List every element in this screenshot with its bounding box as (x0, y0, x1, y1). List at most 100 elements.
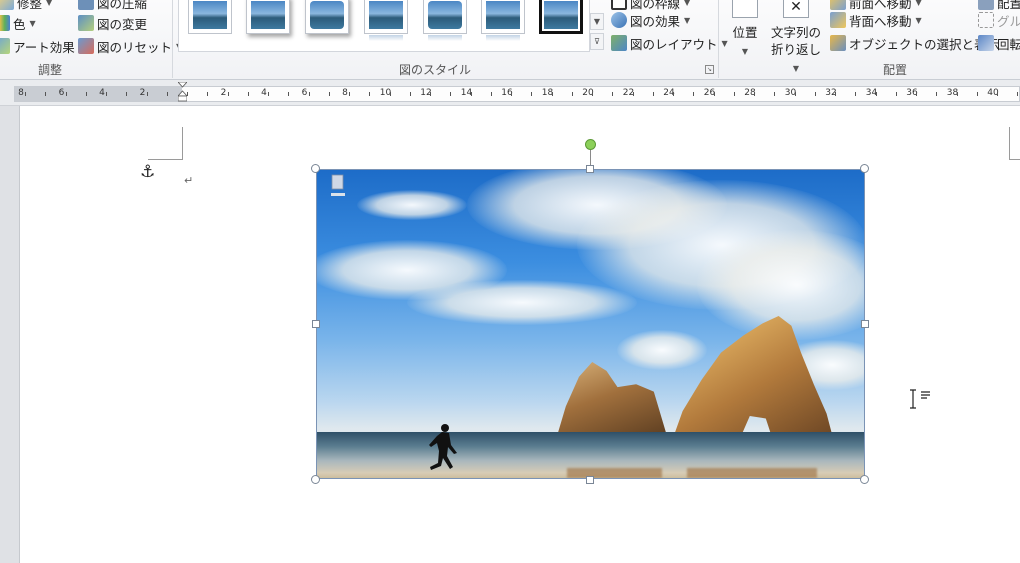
picture-effects-icon (611, 12, 627, 28)
chevron-down-icon: ▼ (792, 64, 800, 73)
chevron-down-icon: ▼ (46, 0, 53, 7)
ruler-tick-label: 8 (342, 88, 348, 98)
chevron-down-icon: ▼ (684, 0, 691, 7)
ruler-tick (956, 92, 958, 96)
group-button[interactable]: グループ化 (978, 9, 1020, 31)
ruler-tick-label: 6 (301, 88, 308, 98)
ruler-tick (1017, 92, 1019, 96)
picture-style-thumbnail-selected[interactable] (539, 0, 583, 34)
recycle-bin-icon (331, 174, 345, 196)
position-icon (732, 0, 758, 18)
ruler-tick (774, 92, 776, 96)
rotation-handle[interactable] (585, 139, 596, 150)
anchor-icon[interactable]: ⚓ (140, 162, 155, 182)
ruler-scale[interactable]: 8 6 4 2 2 4 6 8 10 12 14 16 18 20 22 24 26 28 30 32 34 36 38 40 (14, 86, 1020, 102)
gallery-more-button[interactable]: ⊽ (590, 33, 604, 50)
ruler-tick (916, 92, 917, 96)
resize-handle-top-left[interactable] (311, 164, 320, 173)
resize-handle-right[interactable] (861, 320, 869, 328)
chevron-down-icon: ▼ (684, 15, 691, 25)
selection-pane-button[interactable]: オブジェクトの選択と表示 (830, 32, 999, 54)
ruler-tick (207, 92, 209, 96)
ruler-tick (571, 92, 573, 96)
chevron-down-icon: ▼ (915, 15, 922, 25)
ruler-tick-label: 4 (261, 88, 267, 98)
ruler-tick (85, 92, 87, 96)
reset-picture-icon (78, 38, 94, 54)
horizontal-ruler: 8 6 4 2 2 4 6 8 10 12 14 16 18 20 22 24 26 28 30 32 34 36 38 40 (0, 80, 1020, 106)
chevron-down-icon: ▼ (741, 47, 749, 56)
ruler-tick-label: 6 (58, 88, 65, 98)
picture-style-thumbnail[interactable] (364, 0, 408, 41)
ruler-tick (25, 92, 26, 96)
ruler-tick (126, 92, 128, 96)
ruler-tick (349, 92, 350, 96)
page-margin-corner-mark (148, 127, 183, 160)
ruler-tick (632, 92, 634, 96)
ruler-tick (612, 92, 614, 96)
ruler-tick (673, 92, 674, 96)
picture-style-thumbnail[interactable] (305, 0, 349, 34)
wrap-text-button[interactable]: ✕ 文字列の 折り返し▼ (768, 0, 824, 77)
ruler-tick (328, 92, 330, 96)
resize-handle-bottom[interactable] (586, 476, 594, 484)
group-label-arrange: 配置 (882, 63, 907, 77)
picture-style-gallery (178, 0, 590, 52)
ruler-tick (531, 92, 533, 96)
page-margin-corner-mark (1009, 127, 1020, 160)
group-label-adjust: 調整 (37, 63, 62, 77)
resize-handle-left[interactable] (312, 320, 320, 328)
ruler-tick (875, 92, 877, 96)
ruler-tick (652, 92, 654, 96)
picture-style-thumbnail[interactable] (246, 0, 290, 34)
chevron-down-icon: ▼ (29, 18, 36, 28)
ruler-tick (45, 92, 47, 96)
resize-handle-bottom-right[interactable] (860, 475, 869, 484)
picture-style-thumbnail[interactable] (481, 0, 525, 41)
resize-handle-top[interactable] (586, 165, 594, 173)
gallery-scroll-down-button[interactable]: ▼ (590, 13, 604, 30)
ruler-tick (227, 92, 229, 96)
ruler-tick (166, 92, 168, 96)
ruler-tick (308, 92, 310, 96)
color-button[interactable]: 色 ▼ (0, 12, 36, 34)
ruler-tick (835, 92, 836, 96)
chevron-down-icon: ▼ (915, 0, 922, 7)
ruler-tick (268, 92, 269, 96)
position-button[interactable]: 位置 ▼ (728, 0, 762, 60)
resize-handle-top-right[interactable] (860, 164, 869, 173)
text-cursor-icon (910, 389, 930, 409)
indent-marker-icon[interactable] (178, 82, 187, 102)
artistic-effects-button[interactable]: アート効果▼ (0, 35, 85, 57)
send-backward-button[interactable]: 背面へ移動 ▼ (830, 9, 922, 31)
picture-layout-button[interactable]: 図のレイアウト ▼ (611, 32, 728, 54)
resize-handle-bottom-left[interactable] (311, 475, 320, 484)
runner-silhouette-icon (429, 424, 457, 470)
artistic-effects-icon (0, 38, 10, 54)
inserted-picture[interactable] (316, 169, 865, 479)
ruler-tick (65, 92, 67, 96)
rotate-icon (978, 35, 994, 51)
ruler-tick (693, 92, 695, 96)
ruler-tick (794, 92, 796, 96)
ruler-tick-label: 4 (99, 88, 105, 98)
dialog-launcher-icon[interactable]: ↘ (705, 65, 714, 74)
ruler-tick (895, 92, 897, 96)
rotate-button[interactable]: 回転 (978, 32, 1020, 54)
ruler-tick (754, 92, 755, 96)
picture-style-thumbnail[interactable] (188, 0, 232, 34)
picture-style-thumbnail[interactable] (423, 0, 467, 41)
ruler-tick-label: 2 (220, 88, 227, 98)
ruler-tick (288, 92, 290, 96)
ruler-tick (409, 92, 411, 96)
reset-picture-button[interactable]: 図のリセット▼ (78, 35, 182, 57)
ruler-tick (106, 92, 107, 96)
color-icon (0, 15, 10, 31)
ruler-tick (713, 92, 715, 96)
wrap-text-icon: ✕ (783, 0, 809, 18)
picture-effects-button[interactable]: 図の効果 ▼ (611, 9, 690, 31)
group-divider (172, 0, 173, 78)
ruler-tick (511, 92, 512, 96)
ruler-tick (450, 92, 452, 96)
change-picture-button[interactable]: 図の変更 (78, 12, 147, 34)
